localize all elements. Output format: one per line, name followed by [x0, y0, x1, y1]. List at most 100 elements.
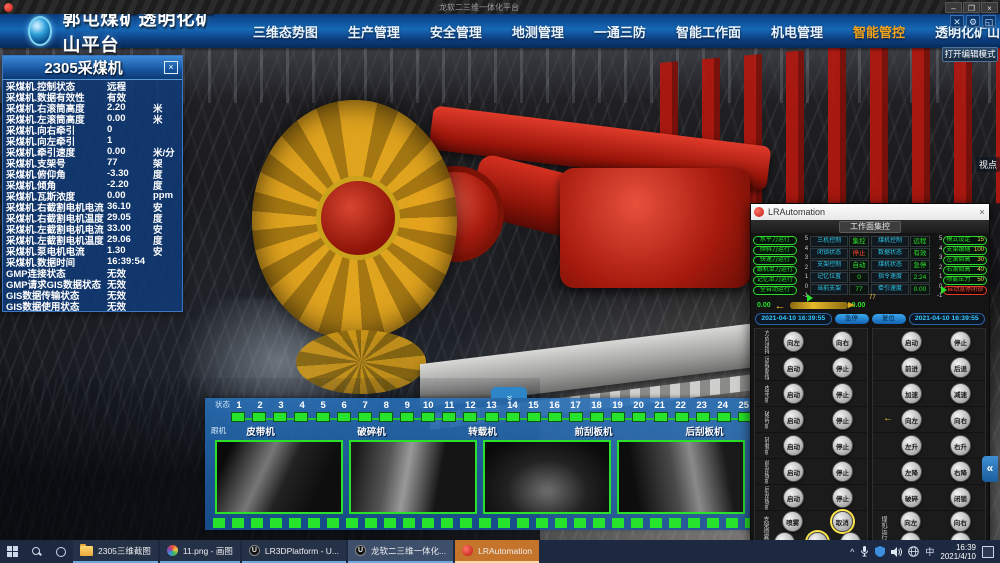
control-button[interactable]: 启动 — [783, 461, 804, 482]
nav-item[interactable]: 安全管理 — [430, 22, 482, 41]
security-shield-icon[interactable] — [875, 546, 885, 557]
camera-thumbnail[interactable] — [617, 440, 745, 514]
control-button[interactable]: 启动 — [783, 409, 804, 430]
lr-mode-button[interactable]: 左滚筒高30 — [943, 256, 987, 265]
support-status-square[interactable] — [421, 412, 435, 422]
microphone-icon[interactable] — [860, 546, 869, 557]
support-status-square[interactable] — [527, 412, 541, 422]
control-button[interactable]: 停止 — [950, 331, 971, 352]
support-status-square[interactable] — [569, 412, 583, 422]
clock[interactable]: 16:39 2021/4/10 — [940, 543, 976, 561]
support-status-square[interactable] — [611, 412, 625, 422]
taskbar-app[interactable]: LRAutomation — [455, 540, 539, 563]
control-button[interactable]: 取消 — [832, 511, 853, 532]
lr-mode-button[interactable]: 喷雾压力50 — [943, 276, 987, 285]
support-status-square[interactable] — [358, 412, 372, 422]
taskbar-app[interactable]: U龙软二三维一体化... — [348, 540, 453, 563]
taskbar-app[interactable]: ULR3DPlatform - U... — [242, 540, 346, 563]
camera-thumbnail[interactable] — [483, 440, 611, 514]
nav-item[interactable]: 三维态势图 — [253, 22, 318, 41]
control-button[interactable]: 启动 — [783, 487, 804, 508]
lr-mode-button[interactable]: 跟机单刀运行 — [753, 266, 797, 275]
support-status-square[interactable] — [485, 412, 499, 422]
control-button[interactable]: 破碎 — [901, 487, 922, 508]
tray-chevron-icon[interactable]: ^ — [850, 547, 854, 557]
control-button[interactable]: 向左 — [901, 409, 922, 430]
taskbar-app[interactable]: 2305三维截图 — [73, 540, 158, 563]
nav-item[interactable]: 智能管控 — [853, 22, 905, 41]
tools-icon[interactable]: ✕ — [950, 15, 964, 28]
support-status-square[interactable] — [252, 412, 266, 422]
support-status-square[interactable] — [675, 412, 689, 422]
speaker-icon[interactable] — [891, 547, 902, 557]
lr-mode-button[interactable]: 全自动运行 — [753, 286, 797, 295]
notification-center-icon[interactable] — [982, 546, 994, 558]
close-button[interactable]: × — [981, 2, 998, 13]
control-button[interactable]: 左升 — [901, 435, 922, 456]
control-button[interactable]: 启动 — [783, 435, 804, 456]
edit-mode-button[interactable]: 打开编辑模式 — [942, 47, 998, 62]
support-status-square[interactable] — [294, 412, 308, 422]
control-button[interactable]: 向右 — [950, 511, 971, 532]
control-button[interactable]: 向左 — [783, 331, 804, 352]
support-status-square[interactable] — [548, 412, 562, 422]
lr-mode-button[interactable]: 支架跟随100 — [943, 246, 987, 255]
restore-icon[interactable]: ◱ — [982, 15, 996, 28]
support-status-square[interactable] — [379, 412, 393, 422]
support-status-square[interactable] — [316, 412, 330, 422]
collapse-chevron-icon[interactable]: « — [982, 456, 998, 482]
lr-tab-workface[interactable]: 工作面集控 — [839, 221, 901, 233]
support-status-square[interactable] — [463, 412, 477, 422]
nav-item[interactable]: 生产管理 — [348, 22, 400, 41]
support-status-square[interactable] — [337, 412, 351, 422]
taskbar-start-button[interactable] — [0, 540, 25, 563]
control-button[interactable]: 停止 — [832, 409, 853, 430]
control-button[interactable]: 右降 — [950, 461, 971, 482]
control-button[interactable]: 向右 — [950, 409, 971, 430]
control-button[interactable]: 右升 — [950, 435, 971, 456]
lr-mode-button[interactable]: 右滚筒高40 — [943, 266, 987, 275]
nav-item[interactable]: 智能工作面 — [676, 22, 741, 41]
control-button[interactable]: 加速 — [901, 383, 922, 404]
control-button[interactable]: 停止 — [832, 435, 853, 456]
lr-estop-button[interactable]: 自动急停闭锁 — [943, 286, 987, 295]
ime-indicator[interactable]: 中 — [925, 545, 934, 558]
support-status-square[interactable] — [654, 412, 668, 422]
estop-pill-button[interactable]: 急停 — [835, 314, 869, 324]
support-status-square[interactable] — [717, 412, 731, 422]
nav-item[interactable]: 机电管理 — [771, 22, 823, 41]
control-button[interactable]: 左降 — [901, 461, 922, 482]
lr-mode-button[interactable]: 模式设定15 — [943, 236, 987, 245]
control-button[interactable]: 停止 — [832, 461, 853, 482]
support-status-square[interactable] — [400, 412, 414, 422]
control-button[interactable]: 减速 — [950, 383, 971, 404]
support-status-square[interactable] — [632, 412, 646, 422]
control-button[interactable]: 启动 — [901, 331, 922, 352]
control-button[interactable]: 向右 — [832, 331, 853, 352]
control-button[interactable]: 停止 — [832, 487, 853, 508]
control-button[interactable]: 启动 — [783, 383, 804, 404]
lr-mode-button[interactable]: 水平刀运行 — [753, 236, 797, 245]
lr-close-icon[interactable]: × — [975, 207, 989, 217]
support-status-square[interactable] — [231, 412, 245, 422]
minimize-button[interactable]: – — [945, 2, 962, 13]
taskbar-app[interactable]: 11.png - 画图 — [160, 540, 240, 563]
lr-mode-button[interactable]: 快速刀运行 — [753, 256, 797, 265]
gear-icon[interactable]: ⚙ — [966, 15, 980, 28]
control-button[interactable]: 停止 — [832, 383, 853, 404]
control-button[interactable]: 停止 — [832, 357, 853, 378]
control-button[interactable]: 启动 — [783, 357, 804, 378]
nav-item[interactable]: 地测管理 — [512, 22, 564, 41]
taskbar-cortana-button[interactable] — [49, 540, 73, 563]
camera-thumbnail[interactable] — [349, 440, 477, 514]
control-button[interactable]: 喷雾 — [782, 511, 803, 532]
network-globe-icon[interactable] — [908, 546, 919, 557]
lr-mode-button[interactable]: 记忆单刀运行 — [753, 276, 797, 285]
support-status-square[interactable] — [506, 412, 520, 422]
support-status-square[interactable] — [442, 412, 456, 422]
camera-thumbnail[interactable] — [215, 440, 343, 514]
control-button[interactable]: 闭锁 — [950, 487, 971, 508]
panel-collapse-chevron-icon[interactable]: » — [491, 387, 527, 398]
nav-item[interactable]: 一通三防 — [594, 22, 646, 41]
reset-pill-button[interactable]: 复位 — [872, 314, 906, 324]
